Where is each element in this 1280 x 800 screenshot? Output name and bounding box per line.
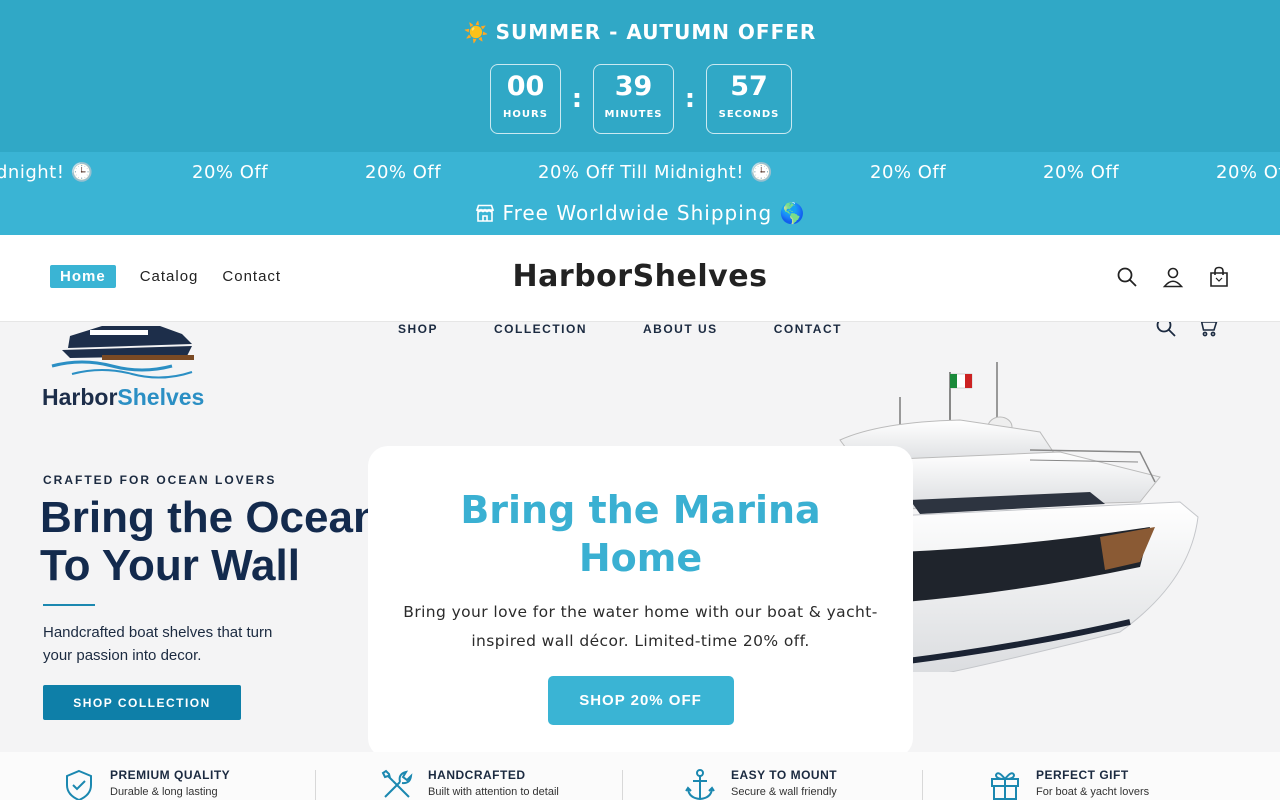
promo-popup: Bring the Marina Home Bring your love fo… xyxy=(368,446,913,758)
sun-icon: ☀️ xyxy=(463,20,490,44)
shipping-notice: Free Worldwide Shipping 🌎 xyxy=(0,201,1280,225)
countdown-hours: 00 HOURS xyxy=(490,64,561,134)
hero-actions xyxy=(1155,322,1219,342)
countdown-timer: 00 HOURS : 39 MINUTES : 57 SECONDS xyxy=(490,64,792,134)
brand-name: HarborShelves xyxy=(42,384,205,410)
gift-icon xyxy=(991,772,1019,800)
ticker-item: 20% Off xyxy=(1043,162,1120,183)
hero-divider xyxy=(43,604,95,606)
hero-nav: SHOP COLLECTION ABOUT US CONTACT xyxy=(398,322,842,336)
search-icon[interactable] xyxy=(1155,322,1177,342)
hero-nav-contact[interactable]: CONTACT xyxy=(774,322,842,336)
hero-nav-shop[interactable]: SHOP xyxy=(398,322,438,336)
hero-headline: Bring the Ocean To Your Wall xyxy=(40,493,380,590)
popup-title: Bring the Marina Home xyxy=(460,488,821,580)
offer-title: ☀️ SUMMER - AUTUMN OFFER xyxy=(463,20,817,44)
hero-subtext: Handcrafted boat shelves that turn your … xyxy=(43,624,273,664)
header-actions xyxy=(1116,266,1230,288)
cart-icon[interactable] xyxy=(1197,322,1219,342)
ticker-item: 20% Off xyxy=(365,162,442,183)
feature-divider xyxy=(922,770,923,800)
cart-bag-icon[interactable] xyxy=(1208,266,1230,288)
offer-banner: ☀️ SUMMER - AUTUMN OFFER 00 HOURS : 39 MI… xyxy=(0,0,1280,152)
account-icon[interactable] xyxy=(1162,266,1184,288)
store-icon xyxy=(475,204,494,222)
site-header: Home Catalog Contact HarborShelves xyxy=(0,235,1280,322)
countdown-minutes: 39 MINUTES xyxy=(593,64,674,134)
feature-item: PREMIUM QUALITY Durable & long lasting xyxy=(62,768,230,800)
announcement-ticker: dnight! 🕒 20% Off 20% Off 20% Off Till M… xyxy=(0,152,1280,235)
brand-logo[interactable]: HarborShelves xyxy=(42,322,204,410)
shop-20-off-button[interactable]: SHOP 20% OFF xyxy=(547,676,734,725)
shop-collection-button[interactable]: SHOP COLLECTION xyxy=(43,685,241,720)
feature-item: HANDCRAFTED Built with attention to detai… xyxy=(380,768,559,800)
ticker-item: 20% Off xyxy=(192,162,269,183)
countdown-seconds: 57 SECONDS xyxy=(706,64,792,134)
ticker-item: 20% Of xyxy=(1216,162,1280,183)
hero-eyebrow: CRAFTED FOR OCEAN LOVERS xyxy=(43,473,277,487)
yacht-logo-icon xyxy=(51,326,194,379)
hero-nav-collection[interactable]: COLLECTION xyxy=(494,322,587,336)
feature-divider xyxy=(622,770,623,800)
search-icon[interactable] xyxy=(1116,266,1138,288)
store-logo[interactable]: HarborShelves xyxy=(0,259,1280,294)
feature-item: PERFECT GIFT For boat & yacht lovers xyxy=(988,768,1149,800)
ticker-item: dnight! 🕒 xyxy=(0,162,94,183)
hero-nav-about[interactable]: ABOUT US xyxy=(643,322,718,336)
anchor-icon xyxy=(685,769,715,800)
feature-item: EASY TO MOUNT Secure & wall friendly xyxy=(683,768,837,800)
popup-text: Bring your love for the water home with … xyxy=(403,603,878,650)
shield-check-icon xyxy=(66,769,92,800)
countdown-separator: : xyxy=(684,84,696,114)
ticker-item: 20% Off xyxy=(870,162,947,183)
tools-icon xyxy=(381,769,413,798)
features-strip: PREMIUM QUALITY Durable & long lasting HA… xyxy=(0,752,1280,800)
feature-divider xyxy=(315,770,316,800)
ticker-item: 20% Off Till Midnight! 🕒 xyxy=(538,162,774,183)
countdown-separator: : xyxy=(571,84,583,114)
